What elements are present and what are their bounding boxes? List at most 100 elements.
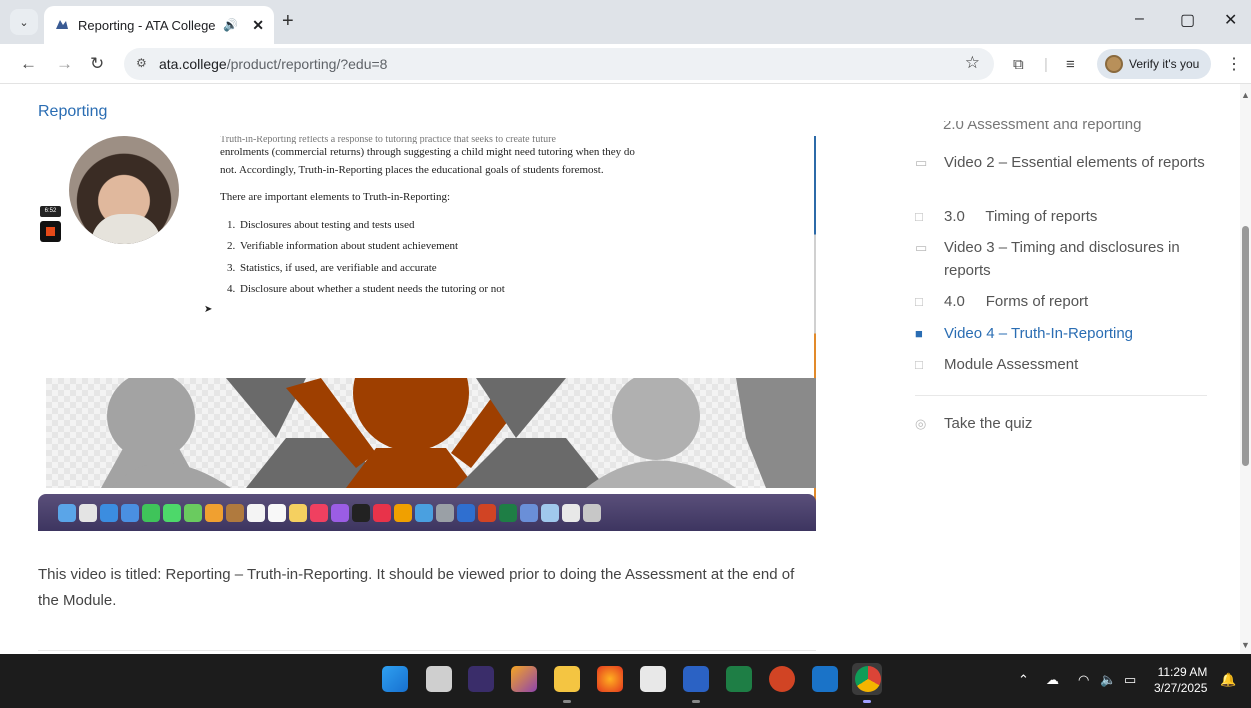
onedrive-icon[interactable]: ☁ — [1046, 672, 1059, 688]
profile-verify-button[interactable]: Verify it's you — [1097, 49, 1211, 79]
messages-icon — [163, 503, 181, 522]
ata-logo-icon — [56, 20, 68, 29]
notification-bell-icon[interactable]: 🔔 — [1220, 672, 1236, 688]
restore-button[interactable]: ▢ — [1180, 10, 1195, 30]
running-indicator — [863, 700, 871, 703]
slide-paragraph: There are important elements to Truth-in… — [220, 191, 451, 203]
site-settings-icon[interactable]: ⚙ — [136, 56, 147, 70]
stop-recording-button[interactable] — [40, 221, 61, 242]
launchpad-icon — [79, 503, 97, 522]
sidebar-item-4-0[interactable]: □ 4.0 Forms of report — [915, 290, 1214, 313]
extensions-icon[interactable]: ⧉ — [1013, 56, 1024, 73]
excel-icon — [499, 503, 517, 522]
video-player[interactable]: 6:52 Truth-in-Reporting reflects a respo… — [38, 136, 816, 531]
scrollbar-thumb[interactable] — [1242, 226, 1249, 466]
tv-icon — [352, 503, 370, 522]
photos-icon — [205, 503, 223, 522]
file-explorer-icon[interactable] — [554, 666, 580, 692]
browser-tab[interactable]: Reporting - ATA College 🔊 ✕ — [44, 6, 274, 44]
sidebar-item-video-4[interactable]: ■ Video 4 – Truth-In-Reporting — [915, 322, 1214, 345]
sidebar-item-cut[interactable]: 2.0 Assessment and reporting — [943, 121, 1141, 135]
video-icon: ▭ — [915, 240, 928, 255]
book-icon: □ — [915, 357, 923, 372]
media-control-icon[interactable]: ≡ — [1066, 56, 1075, 73]
windows-taskbar: ⌃ ☁ ◠ 🔈 ▭ 11:29 AM 3/27/2025 🔔 — [0, 654, 1251, 708]
settings-icon — [436, 503, 454, 522]
speaker-icon[interactable]: 🔊 — [223, 18, 238, 32]
scroll-down-icon[interactable]: ▼ — [1241, 640, 1250, 650]
scroll-up-icon[interactable]: ▲ — [1241, 90, 1250, 100]
finder-icon — [58, 503, 76, 522]
word-icon[interactable] — [683, 666, 709, 692]
maps-icon — [184, 503, 202, 522]
mail-icon — [121, 503, 139, 522]
video-icon: ▭ — [915, 155, 928, 170]
powerpoint-icon — [478, 503, 496, 522]
browser-tab-strip: ⌄ Reporting - ATA College 🔊 ✕ + – ▢ ✕ — [0, 0, 1251, 44]
start-icon[interactable] — [382, 666, 408, 692]
url-text[interactable]: ata.college/product/reporting/?edu=8 — [159, 56, 387, 72]
sidebar-item-3-0[interactable]: □ 3.0 Timing of reports — [915, 205, 1214, 228]
chrome-icon[interactable] — [855, 666, 881, 692]
forward-icon[interactable]: → — [56, 54, 73, 74]
page-scrollbar[interactable]: ▲ ▼ — [1240, 84, 1251, 654]
address-toolbar: ← → ↻ ⚙ ata.college/product/reporting/?e… — [0, 44, 1251, 84]
folder-icon — [541, 503, 559, 522]
slide-cut-line: Truth-in-Reporting reflects a response t… — [220, 136, 556, 144]
contacts-icon — [226, 503, 244, 522]
avatar — [1105, 55, 1123, 73]
list-item: Statistics, if used, are verifiable and … — [238, 260, 640, 278]
sidebar-item-take-quiz[interactable]: ◎ Take the quiz — [915, 412, 1214, 435]
app-icon[interactable] — [468, 666, 494, 692]
tab-search-button[interactable]: ⌄ — [10, 9, 38, 35]
wifi-icon[interactable]: ◠ — [1078, 672, 1089, 688]
powerpoint-icon[interactable] — [769, 666, 795, 692]
people-illustration — [101, 378, 816, 488]
mouse-cursor-icon: ➤ — [204, 304, 213, 315]
page-title[interactable]: Reporting — [38, 103, 107, 121]
book-icon: □ — [915, 209, 923, 224]
page-content: Reporting 6:52 Truth-in-Reporting reflec… — [0, 84, 1240, 654]
bookmark-star-icon[interactable]: ☆ — [965, 53, 980, 73]
presenter-webcam — [69, 136, 179, 244]
excel-icon[interactable] — [726, 666, 752, 692]
close-tab-icon[interactable]: ✕ — [252, 17, 264, 34]
mac-dock — [38, 494, 816, 531]
sidebar-item-video-2[interactable]: ▭ Video 2 – Essential elements of report… — [915, 151, 1214, 174]
running-indicator — [692, 700, 700, 703]
video-caption: This video is titled: Reporting – Truth-… — [38, 566, 795, 609]
sidebar-item-video-3[interactable]: ▭ Video 3 – Timing and disclosures in re… — [915, 236, 1214, 282]
appstore-icon — [415, 503, 433, 522]
divider — [915, 395, 1207, 396]
close-window-button[interactable]: ✕ — [1224, 10, 1237, 30]
keynote-icon — [394, 503, 412, 522]
word-icon — [457, 503, 475, 522]
system-clock[interactable]: 11:29 AM 3/27/2025 — [1154, 664, 1207, 696]
firefox-icon[interactable] — [597, 666, 623, 692]
trash-icon — [583, 503, 601, 522]
battery-icon[interactable]: ▭ — [1124, 672, 1136, 688]
chevron-up-icon[interactable]: ⌃ — [1018, 672, 1029, 688]
copilot-icon[interactable] — [511, 666, 537, 692]
volume-icon[interactable]: 🔈 — [1100, 672, 1116, 688]
calendar-app-icon[interactable] — [640, 666, 666, 692]
sidebar-item-module-assessment[interactable]: □ Module Assessment — [915, 353, 1214, 376]
reload-icon[interactable]: ↻ — [90, 54, 104, 74]
omnibox[interactable]: ⚙ ata.college/product/reporting/?edu=8 ☆ — [124, 48, 994, 80]
more-menu-icon[interactable]: ⋮ — [1226, 54, 1242, 74]
new-tab-button[interactable]: + — [282, 10, 294, 33]
notes-icon — [289, 503, 307, 522]
book-icon: □ — [915, 294, 923, 309]
minimize-button[interactable]: – — [1135, 10, 1144, 28]
outlook-icon[interactable] — [812, 666, 838, 692]
running-indicator — [563, 700, 571, 703]
list-item: Disclosure about whether a student needs… — [238, 281, 640, 299]
safari-icon — [100, 503, 118, 522]
facetime-icon — [142, 503, 160, 522]
document-icon — [562, 503, 580, 522]
task-view-icon[interactable] — [426, 666, 452, 692]
back-icon[interactable]: ← — [20, 54, 37, 74]
slide-text: Truth-in-Reporting reflects a response t… — [220, 136, 640, 303]
video-icon: ■ — [915, 326, 923, 341]
recording-timer: 6:52 — [40, 206, 61, 217]
